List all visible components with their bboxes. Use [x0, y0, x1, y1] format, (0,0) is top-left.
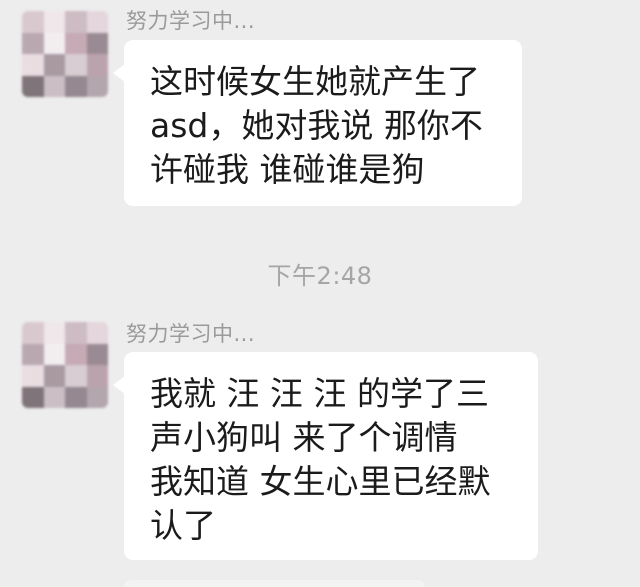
avatar[interactable] — [22, 11, 108, 97]
message-bubble[interactable]: 这时候女生她就产生了 asd，她对我说 那你不 许碰我 谁碰谁是狗 — [113, 40, 522, 206]
sender-name: 努力学习中... — [126, 322, 256, 346]
avatar[interactable] — [22, 322, 108, 408]
timestamp: 下午2:48 — [267, 262, 373, 290]
sender-name: 努力学习中... — [126, 9, 256, 33]
next-message-edge — [124, 580, 424, 587]
message-bubble[interactable]: 我就 汪 汪 汪 的学了三 声小狗叫 来了个调情 我知道 女生心里已经默 认了 — [113, 352, 538, 560]
